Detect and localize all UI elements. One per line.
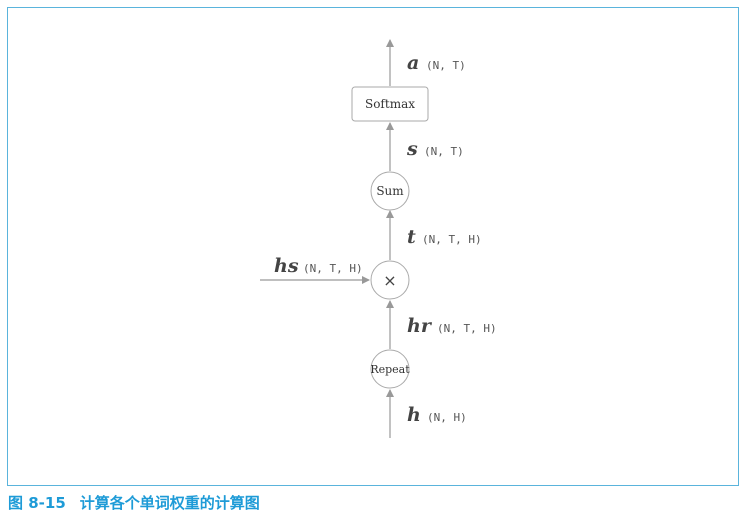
repeat-label: Repeat xyxy=(370,363,410,376)
shape-t: (N, T, H) xyxy=(422,233,482,246)
shape-s: (N, T) xyxy=(424,145,464,158)
var-hr: hr xyxy=(407,315,433,337)
figure-caption: 图 8-15 计算各个单词权重的计算图 xyxy=(8,492,260,513)
figure-title: 计算各个单词权重的计算图 xyxy=(79,494,260,512)
shape-hs: (N, T, H) xyxy=(303,262,363,275)
var-hs: hs xyxy=(274,255,299,277)
softmax-node: Softmax xyxy=(351,86,429,122)
edge-label-a: a (N, T) xyxy=(407,52,466,74)
shape-h: (N, H) xyxy=(427,411,467,424)
edge-label-hr: hr (N, T, H) xyxy=(407,315,497,337)
var-s: s xyxy=(406,138,418,160)
edge-label-t: t (N, T, H) xyxy=(407,226,482,248)
var-t: t xyxy=(407,226,416,248)
sum-node: Sum xyxy=(370,171,410,211)
computation-graph: Softmax Sum × Repeat a (N, T) s (N, T) t… xyxy=(260,39,497,438)
var-a: a xyxy=(407,52,419,74)
multiply-node: × xyxy=(370,260,410,300)
shape-hr: (N, T, H) xyxy=(437,322,497,335)
edge-label-hs: hs (N, T, H) xyxy=(274,255,363,277)
multiply-icon: × xyxy=(383,271,396,290)
sum-label: Sum xyxy=(376,184,404,198)
softmax-label: Softmax xyxy=(365,97,415,111)
edge-label-h: h (N, H) xyxy=(407,404,467,426)
shape-a: (N, T) xyxy=(426,59,466,72)
var-h: h xyxy=(407,404,421,426)
repeat-node: Repeat xyxy=(370,349,410,389)
edge-label-s: s (N, T) xyxy=(406,138,464,160)
figure-number: 图 8-15 xyxy=(8,494,66,512)
